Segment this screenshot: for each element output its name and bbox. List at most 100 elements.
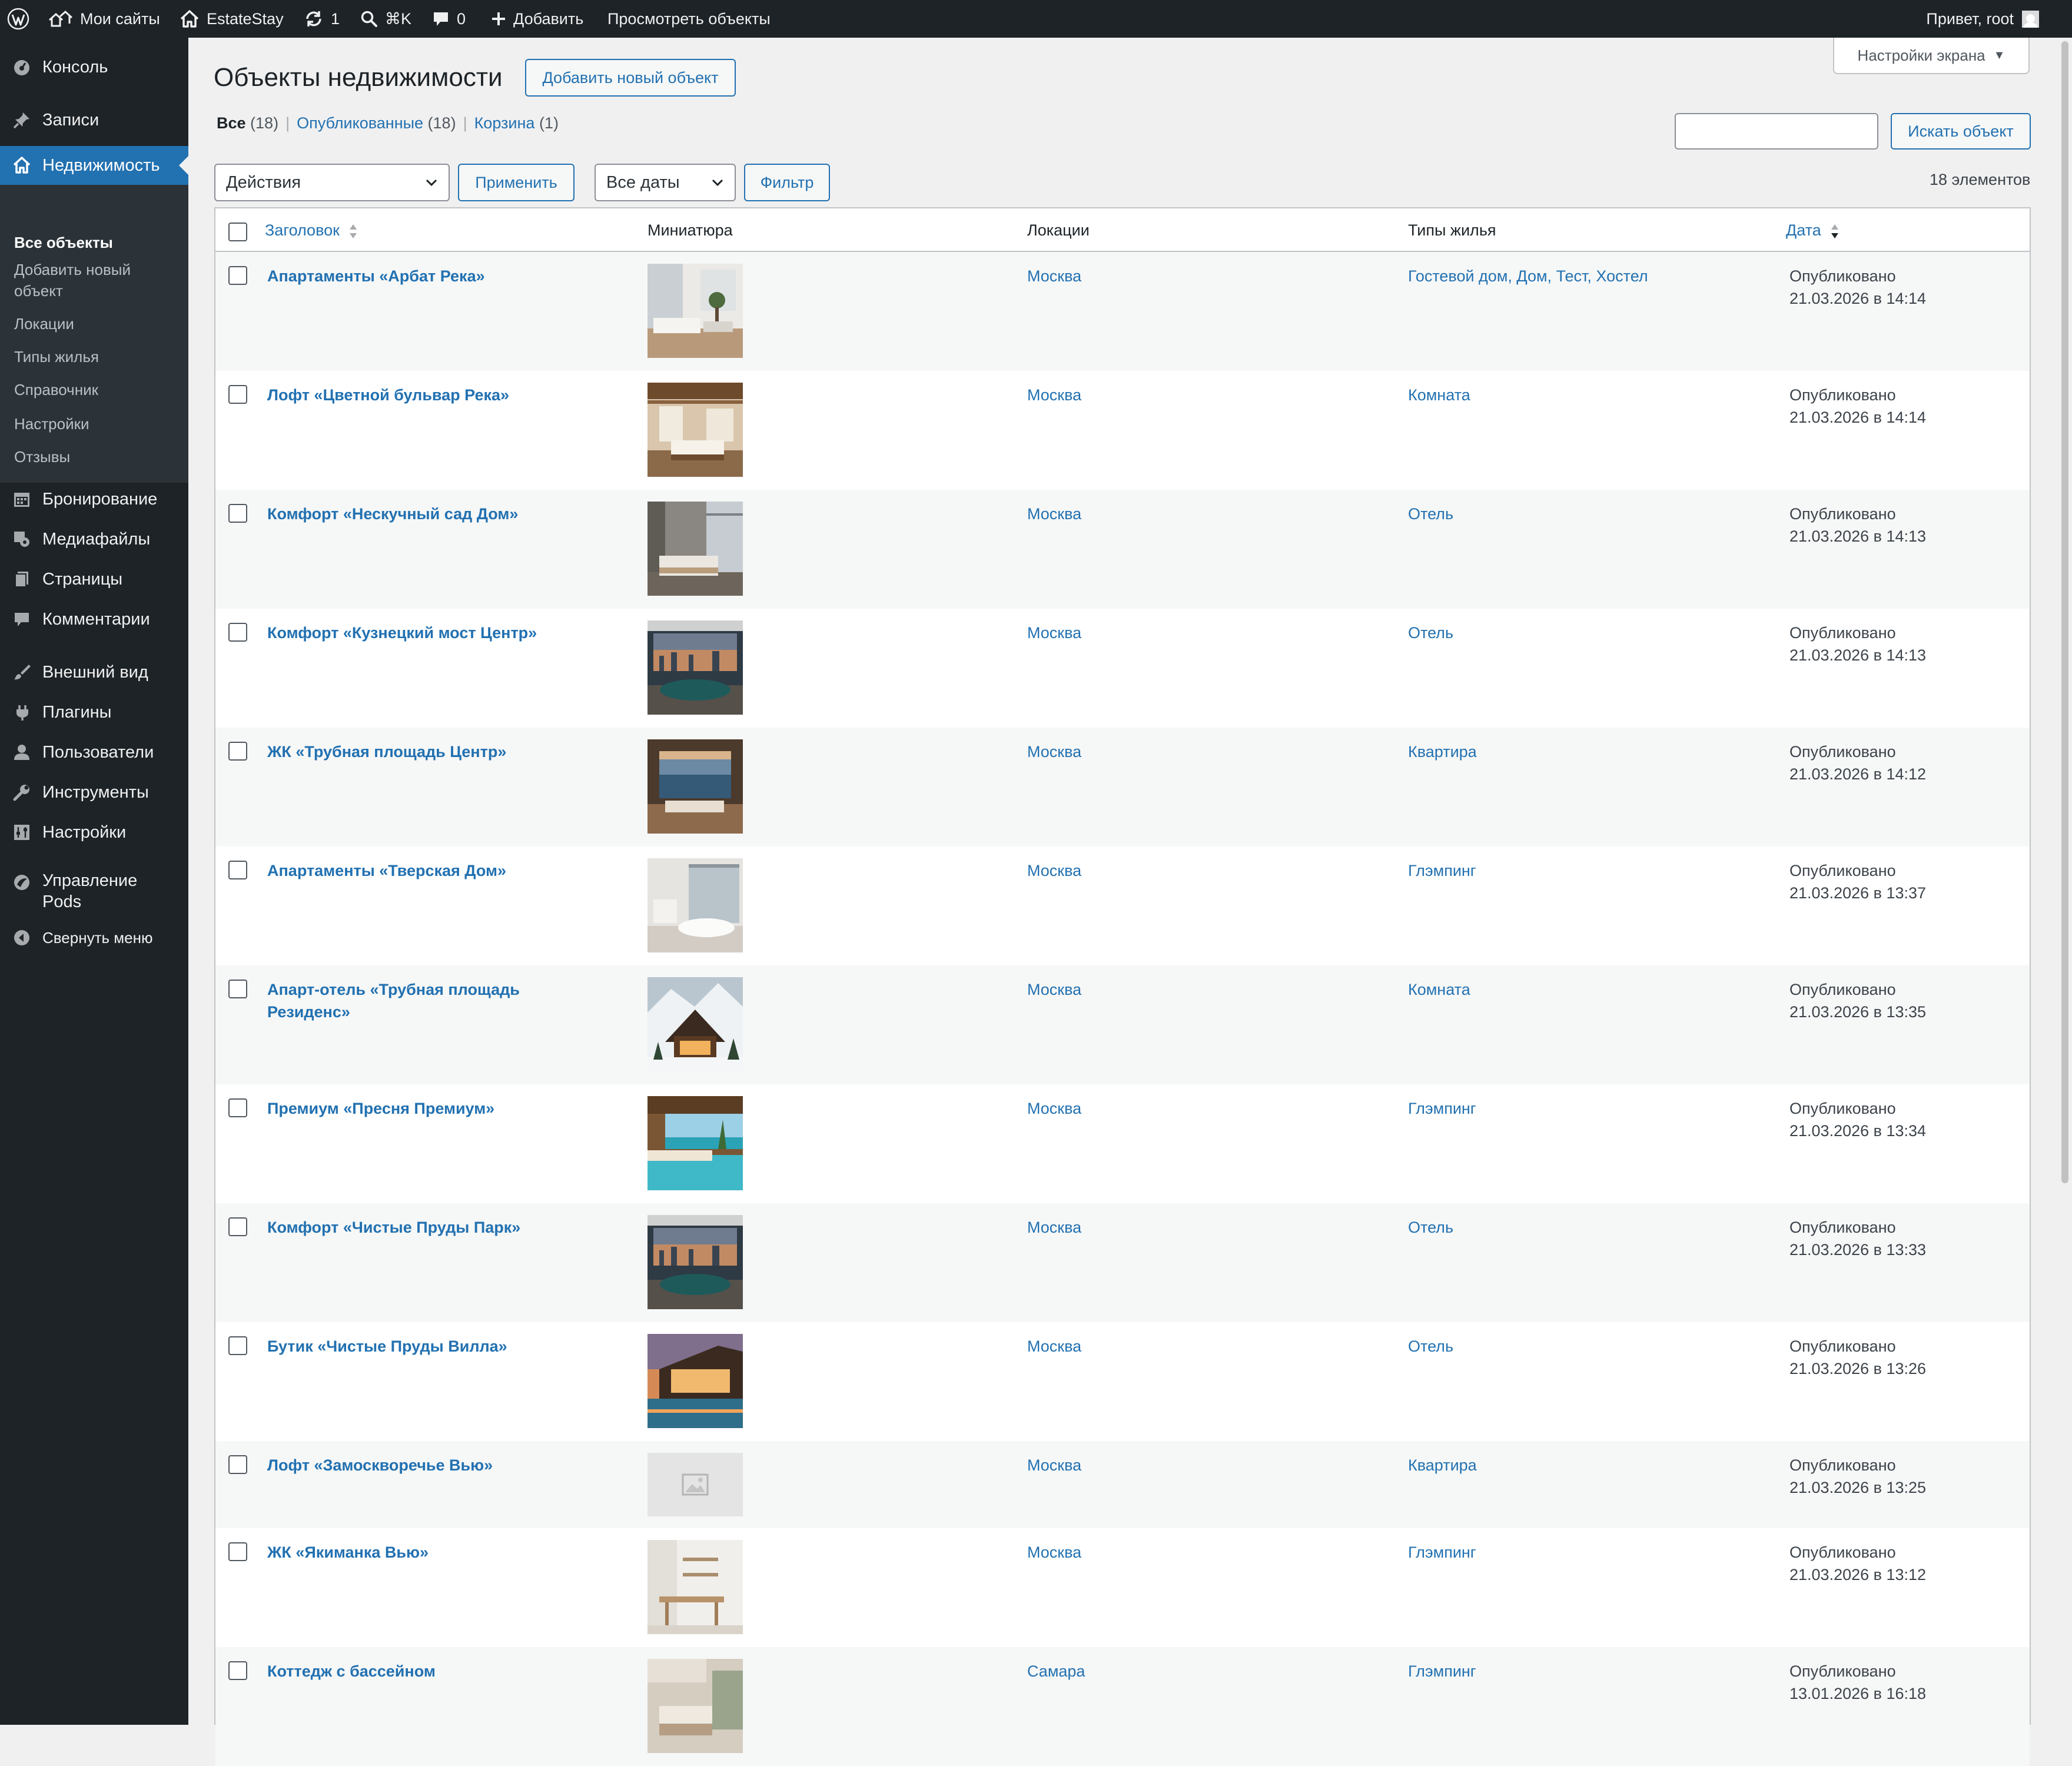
updates-icon (306, 11, 321, 26)
housing-types-links[interactable]: Глэмпинг (1408, 1097, 1476, 1120)
my-sites-menu[interactable]: Мои сайты (48, 0, 160, 38)
row-checkbox[interactable] (228, 504, 247, 523)
housing-types-links[interactable]: Отель (1408, 1335, 1453, 1357)
menu-pages[interactable]: Страницы (0, 564, 188, 595)
object-title-link[interactable]: Апартаменты «Тверская Дом» (267, 859, 597, 882)
location-link[interactable]: Москва (1027, 741, 1081, 763)
housing-types-links[interactable]: Квартира (1408, 1454, 1477, 1476)
add-new-menu[interactable]: Добавить (491, 0, 583, 38)
column-title-sortable[interactable]: Заголовок (265, 221, 358, 240)
menu-users[interactable]: Пользователи (0, 737, 188, 768)
scrollbar-thumb[interactable] (2061, 41, 2068, 1183)
menu-settings[interactable]: Настройки (0, 817, 188, 848)
menu-real-estate[interactable]: Недвижимость (0, 146, 188, 185)
menu-plugins[interactable]: Плагины (0, 697, 188, 728)
location-link[interactable]: Москва (1027, 622, 1081, 644)
wordpress-logo[interactable] (7, 0, 36, 38)
menu-tools[interactable]: Инструменты (0, 777, 188, 808)
row-checkbox[interactable] (228, 861, 247, 879)
add-new-object-button[interactable]: Добавить новый объект (525, 59, 736, 97)
row-checkbox[interactable] (228, 1336, 247, 1355)
row-checkbox[interactable] (228, 1455, 247, 1474)
publish-datetime: 21.03.2026 в 13:33 (1789, 1241, 1927, 1259)
housing-types-links[interactable]: Отель (1408, 622, 1453, 644)
row-checkbox[interactable] (228, 385, 247, 404)
row-checkbox[interactable] (228, 623, 247, 642)
object-title-link[interactable]: ЖК «Якиманка Вью» (267, 1541, 597, 1563)
filter-all[interactable]: Все (217, 114, 246, 132)
apply-button[interactable]: Применить (458, 164, 575, 201)
row-checkbox[interactable] (228, 266, 247, 285)
search-input[interactable] (1675, 113, 1878, 150)
filter-trash[interactable]: Корзина (474, 114, 535, 132)
housing-types-links[interactable]: Глэмпинг (1408, 1541, 1476, 1563)
object-title-link[interactable]: Премиум «Пресня Премиум» (267, 1097, 597, 1120)
object-title-link[interactable]: Комфорт «Нескучный сад Дом» (267, 503, 597, 525)
housing-types-links[interactable]: Гостевой дом, Дом, Тест, Хостел (1408, 265, 1648, 287)
row-checkbox[interactable] (228, 1661, 247, 1680)
location-link[interactable]: Самара (1027, 1660, 1085, 1682)
row-checkbox[interactable] (228, 980, 247, 998)
location-link[interactable]: Москва (1027, 1454, 1081, 1476)
menu-booking[interactable]: Бронирование (0, 484, 188, 514)
location-link[interactable]: Москва (1027, 978, 1081, 1001)
location-link[interactable]: Москва (1027, 1097, 1081, 1120)
menu-media[interactable]: Медиафайлы (0, 524, 188, 555)
housing-types-links[interactable]: Комната (1408, 978, 1470, 1001)
menu-dashboard[interactable]: Консоль (0, 52, 188, 82)
object-title-link[interactable]: Коттедж с бассейном (267, 1660, 597, 1682)
filter-button[interactable]: Фильтр (744, 164, 830, 201)
filter-published[interactable]: Опубликованные (297, 114, 423, 132)
column-date-sortable[interactable]: Дата (1786, 221, 1839, 240)
screen-options-button[interactable]: Настройки экрана ▼ (1833, 38, 2030, 74)
submenu-reference[interactable]: Справочник (14, 379, 98, 400)
bulk-actions-select[interactable]: Действия (214, 164, 450, 201)
location-link[interactable]: Москва (1027, 1335, 1081, 1357)
housing-types-links[interactable]: Глэмпинг (1408, 1660, 1476, 1682)
object-title-link[interactable]: Апартаменты «Арбат Река» (267, 265, 597, 287)
object-title-link[interactable]: Лофт «Замоскворечье Вью» (267, 1454, 597, 1476)
submenu-all-objects[interactable]: Все объекты (14, 232, 113, 253)
housing-types-links[interactable]: Отель (1408, 503, 1453, 525)
updates-menu[interactable]: 1 (304, 0, 340, 38)
view-objects-link[interactable]: Просмотреть объекты (607, 0, 771, 38)
row-checkbox[interactable] (228, 742, 247, 761)
location-link[interactable]: Москва (1027, 1216, 1081, 1239)
row-checkbox[interactable] (228, 1217, 247, 1236)
site-name-menu[interactable]: EstateStay (180, 0, 284, 38)
menu-posts[interactable]: Записи (0, 105, 188, 135)
location-link[interactable]: Москва (1027, 265, 1081, 287)
submenu-add-new-object[interactable]: Добавить новый объект (14, 259, 161, 301)
submenu-housing-types[interactable]: Типы жилья (14, 346, 99, 367)
submenu-settings[interactable]: Настройки (14, 413, 89, 434)
dates-select[interactable]: Все даты (595, 164, 736, 201)
location-link[interactable]: Москва (1027, 384, 1081, 406)
submenu-reviews[interactable]: Отзывы (14, 446, 70, 467)
location-link[interactable]: Москва (1027, 859, 1081, 882)
object-title-link[interactable]: Комфорт «Кузнецкий мост Центр» (267, 622, 597, 644)
housing-types-links[interactable]: Квартира (1408, 741, 1477, 763)
object-title-link[interactable]: Лофт «Цветной бульвар Река» (267, 384, 597, 406)
search-objects-button[interactable]: Искать объект (1891, 113, 2031, 150)
command-search[interactable]: ⌘K (360, 0, 411, 38)
object-title-link[interactable]: ЖК «Трубная площадь Центр» (267, 741, 597, 763)
collapse-menu-button[interactable]: Свернуть меню (0, 923, 188, 952)
comments-menu[interactable]: 0 (432, 0, 466, 38)
housing-types-links[interactable]: Отель (1408, 1216, 1453, 1239)
object-title-link[interactable]: Бутик «Чистые Пруды Вилла» (267, 1335, 597, 1357)
housing-types-links[interactable]: Глэмпинг (1408, 859, 1476, 882)
row-checkbox[interactable] (228, 1098, 247, 1117)
menu-appearance[interactable]: Внешний вид (0, 657, 188, 688)
location-link[interactable]: Москва (1027, 1541, 1081, 1563)
location-link[interactable]: Москва (1027, 503, 1081, 525)
housing-types-links[interactable]: Комната (1408, 384, 1470, 406)
account-menu[interactable]: Привет, root (1926, 0, 2039, 38)
object-title-link[interactable]: Комфорт «Чистые Пруды Парк» (267, 1216, 597, 1239)
row-checkbox[interactable] (228, 1542, 247, 1561)
scrollbar[interactable] (2058, 38, 2072, 1725)
submenu-locations[interactable]: Локации (14, 313, 74, 334)
select-all-checkbox[interactable] (228, 223, 247, 241)
menu-pods[interactable]: Управление Pods (0, 870, 188, 915)
menu-comments[interactable]: Комментарии (0, 604, 188, 635)
object-title-link[interactable]: Апарт-отель «Трубная площадь Резиденс» (267, 978, 597, 1023)
